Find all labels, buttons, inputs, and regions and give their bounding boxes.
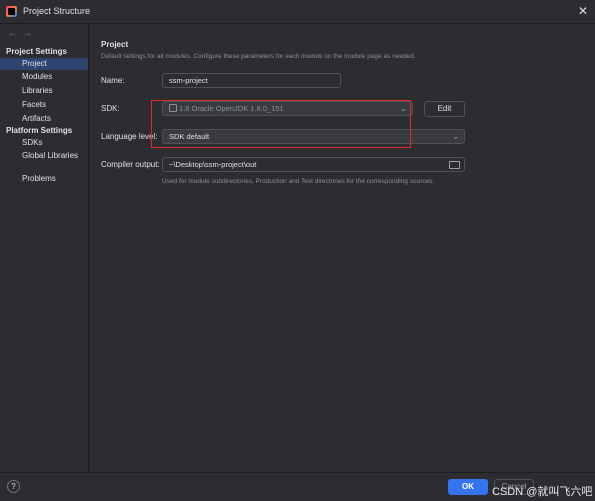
sidebar-item-libraries[interactable]: Libraries bbox=[0, 85, 88, 97]
sidebar-item-problems[interactable]: Problems bbox=[0, 173, 88, 185]
csdn-watermark: CSDN @就叫飞六吧 bbox=[492, 486, 593, 498]
sidebar-item-artifacts[interactable]: Artifacts bbox=[0, 113, 88, 125]
sidebar-item-project[interactable]: Project bbox=[0, 58, 88, 70]
page-description: Default settings for all modules. Config… bbox=[101, 53, 416, 60]
title-bar: Project Structure ✕ bbox=[0, 0, 595, 24]
sidebar: ← → Project Settings Project Modules Lib… bbox=[0, 24, 89, 472]
dialog-footer: ? OK Cancel CSDN @就叫飞六吧 bbox=[0, 472, 595, 501]
sidebar-item-facets[interactable]: Facets bbox=[0, 99, 88, 111]
project-settings-header: Project Settings bbox=[6, 47, 67, 56]
compiler-output-label: Compiler output: bbox=[101, 160, 160, 169]
sidebar-item-sdks[interactable]: SDKs bbox=[0, 137, 88, 149]
forward-arrow-icon[interactable]: → bbox=[22, 28, 32, 39]
sidebar-item-modules[interactable]: Modules bbox=[0, 71, 88, 83]
back-arrow-icon[interactable]: ← bbox=[8, 28, 18, 39]
close-icon[interactable]: ✕ bbox=[578, 4, 588, 18]
browse-folder-icon[interactable] bbox=[449, 161, 460, 169]
project-name-input[interactable]: ssm-project bbox=[162, 73, 341, 88]
compiler-output-value: ~\Desktop\ssm-project\out bbox=[169, 160, 257, 169]
chevron-down-icon: ⌄ bbox=[452, 132, 459, 141]
page-title: Project bbox=[101, 40, 129, 49]
compiler-output-hint: Used for module subdirectories, Producti… bbox=[162, 178, 435, 185]
language-level-label: Language level: bbox=[101, 132, 158, 141]
compiler-output-input[interactable]: ~\Desktop\ssm-project\out bbox=[162, 157, 465, 172]
ok-button[interactable]: OK bbox=[448, 479, 488, 495]
sdk-edit-button[interactable]: Edit bbox=[424, 101, 465, 117]
sidebar-item-global-libraries[interactable]: Global Libraries bbox=[0, 150, 88, 162]
project-settings-panel: Project Default settings for all modules… bbox=[89, 24, 595, 472]
platform-settings-header: Platform Settings bbox=[6, 126, 73, 135]
help-icon[interactable]: ? bbox=[7, 480, 20, 493]
intellij-app-icon bbox=[6, 6, 17, 17]
highlight-annotation-box bbox=[151, 100, 411, 148]
window-title: Project Structure bbox=[23, 6, 91, 16]
name-label: Name: bbox=[101, 76, 125, 85]
sdk-label: SDK: bbox=[101, 104, 120, 113]
